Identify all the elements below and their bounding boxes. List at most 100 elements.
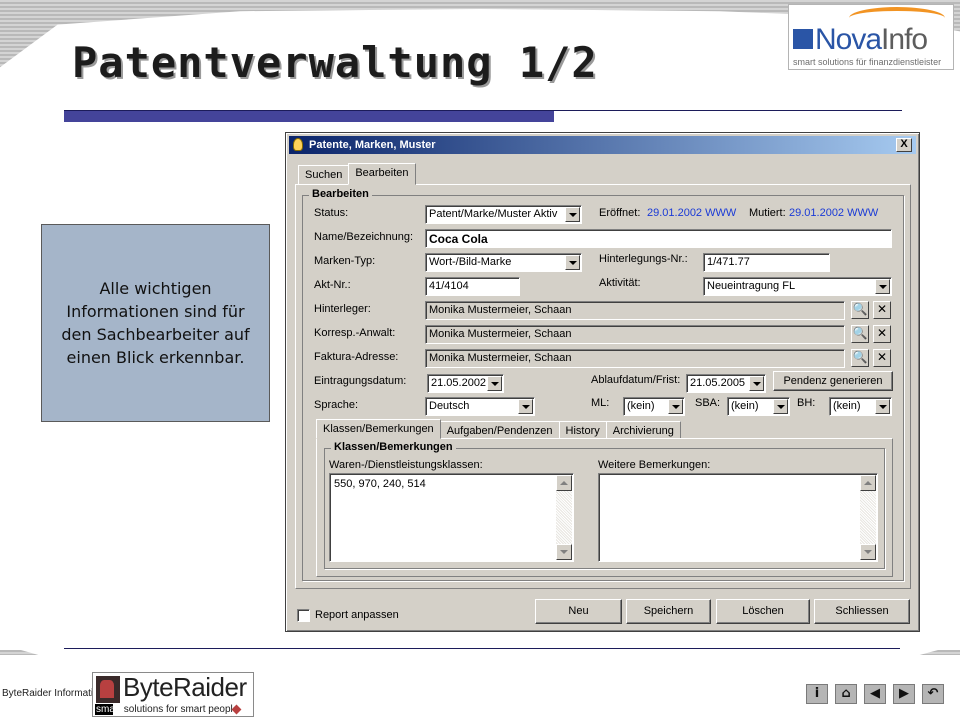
label-mutiert: Mutiert: — [749, 207, 786, 219]
callout-box: Alle wichtigen Informationen sind für de… — [41, 224, 270, 422]
pendenz-generieren-button[interactable]: Pendenz generieren — [773, 371, 893, 391]
subtab-klassen[interactable]: Klassen/Bemerkungen — [316, 419, 441, 439]
novainfo-tagline: smart solutions für finanzdienstleister — [793, 57, 942, 67]
search-icon[interactable]: 🔍 — [851, 325, 869, 343]
bemerkungen-textarea[interactable] — [598, 473, 878, 562]
chevron-down-icon[interactable] — [668, 399, 683, 414]
clear-icon[interactable]: ✕ — [873, 301, 891, 319]
label-eroeffnet: Eröffnet: — [599, 207, 641, 219]
window-title: Patente, Marken, Muster — [309, 139, 436, 151]
subtab-archivierung[interactable]: Archivierung — [605, 421, 681, 439]
label-markentyp: Marken-Typ: — [314, 255, 376, 267]
ml-select[interactable]: (kein) — [623, 397, 685, 416]
search-icon[interactable]: 🔍 — [851, 301, 869, 319]
korresp-field: Monika Mustermeier, Schaan — [425, 325, 845, 344]
label-name: Name/Bezeichnung: — [314, 231, 414, 243]
status-value: Patent/Marke/Muster Aktiv — [429, 208, 558, 220]
chevron-down-icon[interactable] — [565, 255, 580, 270]
sprache-value: Deutsch — [429, 400, 470, 412]
aktivitaet-select[interactable]: Neueintragung FL — [703, 277, 892, 296]
lightbulb-icon — [293, 138, 303, 151]
novainfo-logo-mark-icon — [793, 29, 813, 49]
status-select[interactable]: Patent/Marke/Muster Aktiv — [425, 205, 582, 224]
previous-icon[interactable]: ◀ — [864, 684, 886, 704]
subtab-history[interactable]: History — [558, 421, 607, 439]
close-button[interactable]: X — [896, 138, 912, 152]
tab-suchen[interactable]: Suchen — [298, 165, 350, 185]
byteraider-tagline: smart solutions for smart people — [96, 704, 239, 715]
chevron-down-icon[interactable] — [565, 207, 580, 222]
markentyp-value: Wort-/Bild-Marke — [429, 256, 512, 268]
clear-icon[interactable]: ✕ — [873, 325, 891, 343]
group-title: Bearbeiten — [309, 188, 372, 200]
app-window: Patente, Marken, Muster X Suchen Bearbei… — [285, 132, 920, 632]
aktnr-input[interactable]: 41/4104 — [425, 277, 520, 296]
schliessen-button[interactable]: Schliessen — [814, 599, 910, 624]
sub-tabs: Klassen/Bemerkungen Aufgaben/Pendenzen H… — [316, 419, 681, 439]
label-hinterlegungsnr: Hinterlegungs-Nr.: — [599, 253, 688, 265]
return-icon[interactable]: ↶ — [922, 684, 944, 704]
eroeffnet-value: 29.01.2002 WWW — [647, 207, 737, 219]
subtab-aufgaben[interactable]: Aufgaben/Pendenzen — [439, 421, 560, 439]
faktura-field: Monika Mustermeier, Schaan — [425, 349, 845, 368]
sba-select[interactable]: (kein) — [727, 397, 790, 416]
bemerkungen-scrollbar[interactable] — [860, 475, 876, 560]
chevron-down-icon[interactable] — [749, 376, 764, 391]
name-input[interactable]: Coca Cola — [425, 229, 892, 248]
label-bemerkungen: Weitere Bemerkungen: — [598, 459, 711, 471]
waren-scrollbar[interactable] — [556, 475, 572, 560]
scroll-up-icon[interactable] — [860, 475, 876, 491]
label-sba: SBA: — [695, 397, 721, 409]
novainfo-logo: NovaInfo smart solutions für finanzdiens… — [788, 4, 954, 70]
chevron-down-icon[interactable] — [875, 399, 890, 414]
scroll-down-icon[interactable] — [860, 544, 876, 560]
report-checkbox[interactable] — [297, 609, 310, 622]
home-icon[interactable]: ⌂ — [835, 684, 857, 704]
chevron-down-icon[interactable] — [773, 399, 788, 414]
search-icon[interactable]: 🔍 — [851, 349, 869, 367]
waren-value: 550, 970, 240, 514 — [334, 478, 426, 490]
label-hinterleger: Hinterleger: — [314, 303, 371, 315]
byteraider-logo: ByteRaider smart solutions for smart peo… — [92, 672, 254, 717]
hinterlegungsnr-input[interactable]: 1/471.77 — [703, 253, 830, 272]
tab-bearbeiten[interactable]: Bearbeiten — [348, 163, 416, 185]
ablauf-datepicker[interactable]: 21.05.2005 — [686, 374, 766, 393]
window-titlebar[interactable]: Patente, Marken, Muster X — [289, 136, 916, 154]
label-korresp: Korresp.-Anwalt: — [314, 327, 396, 339]
scroll-up-icon[interactable] — [556, 475, 572, 491]
sba-value: (kein) — [731, 400, 759, 412]
callout-text: Alle wichtigen Informationen sind für de… — [61, 279, 250, 367]
title-accent-bar — [64, 111, 554, 122]
chevron-down-icon[interactable] — [875, 279, 890, 294]
next-icon[interactable]: ▶ — [893, 684, 915, 704]
aktivitaet-value: Neueintragung FL — [707, 280, 796, 292]
sprache-select[interactable]: Deutsch — [425, 397, 535, 416]
bh-value: (kein) — [833, 400, 861, 412]
report-label: Report anpassen — [315, 609, 399, 621]
label-eintragung: Eintragungsdatum: — [314, 375, 407, 387]
markentyp-select[interactable]: Wort-/Bild-Marke — [425, 253, 582, 272]
ablauf-value: 21.05.2005 — [690, 377, 746, 389]
main-tabs: Suchen Bearbeiten — [298, 163, 416, 185]
tab-page-bearbeiten: Bearbeiten Status: Patent/Marke/Muster A… — [295, 184, 911, 589]
label-bh: BH: — [797, 397, 816, 409]
label-ml: ML: — [591, 397, 610, 409]
loeschen-button[interactable]: Löschen — [716, 599, 810, 624]
scroll-down-icon[interactable] — [556, 544, 572, 560]
waren-textarea[interactable]: 550, 970, 240, 514 — [329, 473, 574, 562]
byteraider-name: ByteRaider — [123, 672, 247, 702]
hinterleger-field: Monika Mustermeier, Schaan — [425, 301, 845, 320]
info-icon[interactable]: i — [806, 684, 828, 704]
label-ablauf: Ablaufdatum/Frist: — [591, 374, 681, 386]
chevron-down-icon[interactable] — [518, 399, 533, 414]
speichern-button[interactable]: Speichern — [626, 599, 711, 624]
eintragung-datepicker[interactable]: 21.05.2002 — [427, 374, 504, 393]
byteraider-mark-icon — [96, 676, 120, 703]
ml-value: (kein) — [627, 400, 655, 412]
footer-line — [64, 648, 900, 649]
chevron-down-icon[interactable] — [487, 376, 502, 391]
label-sprache: Sprache: — [314, 399, 359, 411]
clear-icon[interactable]: ✕ — [873, 349, 891, 367]
neu-button[interactable]: Neu — [535, 599, 622, 624]
bh-select[interactable]: (kein) — [829, 397, 892, 416]
